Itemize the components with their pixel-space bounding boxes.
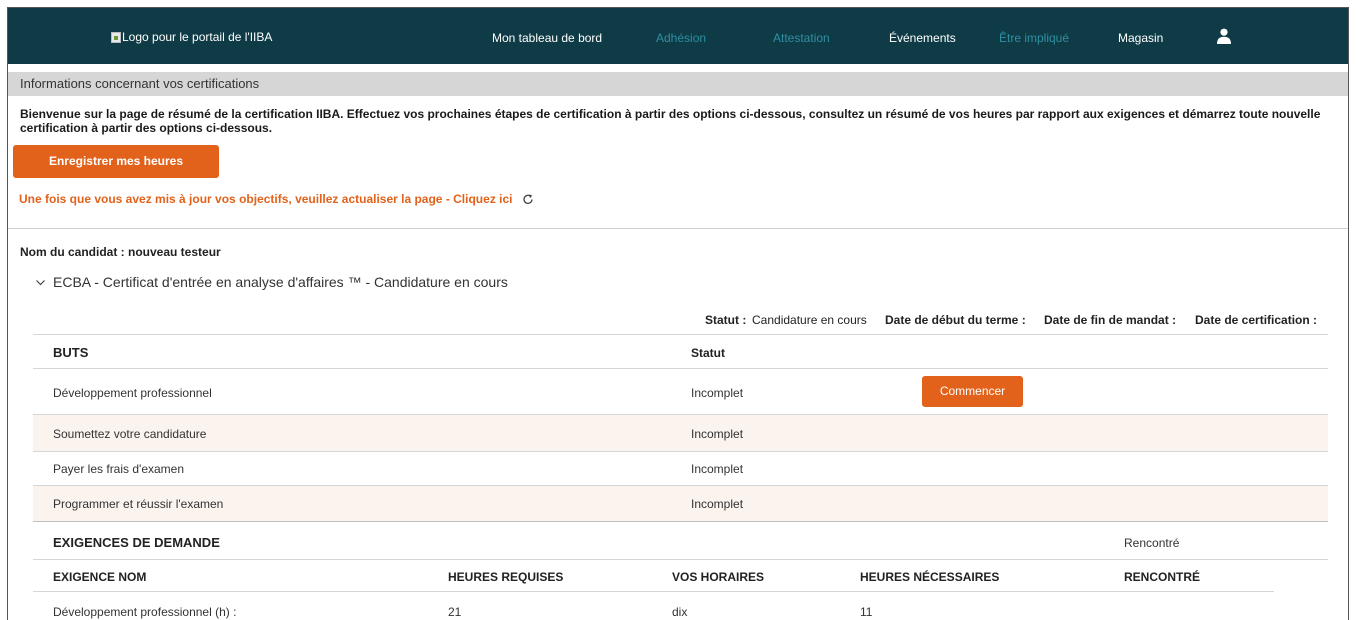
requirement-needed: 11 [860, 605, 873, 619]
requirement-yours: dix [672, 605, 688, 619]
table-row [33, 486, 1328, 521]
log-hours-button[interactable]: Enregistrer mes heures [13, 145, 219, 178]
refresh-link[interactable]: Une fois que vous avez mis à jour vos ob… [19, 192, 534, 206]
nav-get-involved[interactable]: Être impliqué [999, 31, 1069, 45]
nav-membership[interactable]: Adhésion [656, 31, 706, 45]
logo-alt-text: Logo pour le portail de l'IIBA [122, 30, 273, 44]
requirements-header: EXIGENCES DE DEMANDE [53, 535, 220, 550]
nav-dashboard[interactable]: Mon tableau de bord [492, 31, 602, 45]
col-met: RENCONTRÉ [1124, 570, 1201, 584]
col-needed-hours: HEURES NÉCESSAIRES [860, 570, 1000, 584]
certification-title: ECBA - Certificat d'entrée en analyse d'… [53, 274, 508, 290]
refresh-icon[interactable] [522, 193, 534, 205]
table-divider [33, 521, 1328, 522]
nav-attestation[interactable]: Attestation [773, 31, 830, 45]
table-divider [33, 451, 1328, 452]
goals-header: BUTS [53, 345, 89, 360]
cert-date-label: Date de certification : [1195, 313, 1318, 327]
col-required-hours: HEURES REQUISES [448, 570, 564, 584]
certification-accordion[interactable]: ECBA - Certificat d'entrée en analyse d'… [35, 274, 508, 290]
goal-name: Soumettez votre candidature [53, 427, 207, 441]
nav-events[interactable]: Événements [889, 31, 956, 45]
goals-status-header: Statut [691, 346, 725, 360]
goal-status: Incomplet [691, 427, 744, 441]
top-nav: Logo pour le portail de l'IIBA Mon table… [8, 8, 1348, 64]
status-value: Candidature en cours [752, 313, 867, 327]
col-your-hours: VOS HORAIRES [672, 570, 765, 584]
requirement-name: Développement professionnel (h) : [53, 605, 237, 619]
table-divider [33, 368, 1328, 369]
refresh-text: Une fois que vous avez mis à jour vos ob… [19, 192, 513, 206]
section-title: Informations concernant vos certificatio… [8, 72, 1348, 96]
chevron-down-icon [36, 279, 45, 285]
section-divider [8, 228, 1348, 229]
requirements-met-header: Rencontré [1124, 536, 1180, 550]
table-divider [33, 591, 1274, 592]
table-divider [33, 334, 1328, 335]
welcome-text: Bienvenue sur la page de résumé de la ce… [20, 107, 1321, 135]
col-requirement-name: EXIGENCE NOM [53, 570, 147, 584]
requirement-required: 21 [448, 605, 462, 619]
goal-status: Incomplet [691, 497, 744, 511]
term-start-label: Date de début du terme : [885, 313, 1026, 327]
table-divider [33, 559, 1328, 560]
goal-status: Incomplet [691, 386, 744, 400]
goal-name: Payer les frais d'examen [53, 462, 185, 476]
start-button[interactable]: Commencer [922, 376, 1023, 407]
logo-link[interactable]: Logo pour le portail de l'IIBA [111, 30, 272, 44]
goal-name: Développement professionnel [53, 386, 212, 400]
status-label: Statut : [705, 313, 747, 327]
broken-image-icon [111, 31, 121, 43]
user-icon[interactable] [1217, 28, 1231, 44]
goal-name: Programmer et réussir l'examen [53, 497, 224, 511]
goal-status: Incomplet [691, 462, 744, 476]
table-row [33, 415, 1328, 451]
page-frame: Logo pour le portail de l'IIBA Mon table… [7, 7, 1349, 620]
nav-store[interactable]: Magasin [1118, 31, 1163, 45]
term-end-label: Date de fin de mandat : [1044, 313, 1177, 327]
candidate-name: Nom du candidat : nouveau testeur [20, 245, 221, 259]
